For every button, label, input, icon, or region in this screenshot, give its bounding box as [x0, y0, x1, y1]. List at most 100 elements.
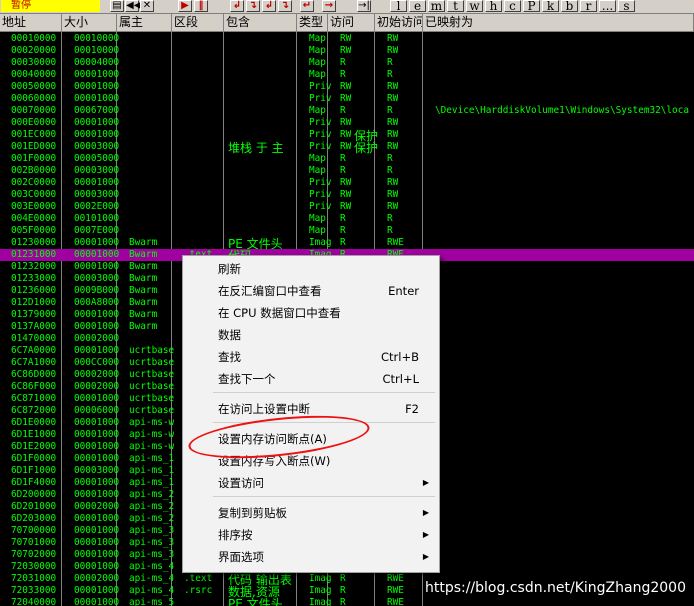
table-row[interactable]: 002C0000 00001000 Priv RW RW: [0, 177, 694, 189]
goto-icon[interactable]: →: [322, 0, 336, 12]
table-row[interactable]: 00010000 00010000 Map RW RW: [0, 33, 694, 45]
menu-item[interactable]: 复制到剪贴板 ▶: [183, 502, 439, 524]
column-header-cell[interactable]: 地址: [0, 14, 62, 31]
cell-owner: api-ms_5: [129, 597, 175, 606]
menu-item[interactable]: 排序按 ▶: [183, 524, 439, 546]
step-over-icon[interactable]: ↴: [246, 0, 260, 12]
cell-addr: 002C0000: [11, 177, 57, 188]
table-row[interactable]: 004E0000 00101000 Map R R: [0, 213, 694, 225]
toolbar-letter-button[interactable]: w: [466, 0, 483, 12]
table-row[interactable]: 001EC000 00001000 Priv RW RW: [0, 129, 694, 141]
cell-addr: 70701000: [11, 537, 57, 548]
menu-item[interactable]: 设置内存访问断点(A): [183, 428, 439, 450]
cell-size: 000A8000: [74, 297, 120, 308]
cell-size: 0002E000: [74, 201, 120, 212]
table-row[interactable]: 003E0000 0002E000 Priv RW RW: [0, 201, 694, 213]
cell-addr: 003C0000: [11, 189, 57, 200]
pause-icon[interactable]: ‖: [194, 0, 208, 12]
menu-item[interactable]: 数据: [183, 324, 439, 346]
table-row[interactable]: 000E0000 00001000 Priv RW RW: [0, 117, 694, 129]
cell-addr: 001F0000: [11, 153, 57, 164]
column-header-cell[interactable]: 区段: [172, 14, 224, 31]
table-row[interactable]: 00020000 00010000 Map RW RW: [0, 45, 694, 57]
cell-init: RW: [387, 177, 399, 188]
cell-addr: 00020000: [11, 45, 57, 56]
table-row[interactable]: 00050000 00001000 Priv RW RW: [0, 81, 694, 93]
cell-size: 00001000: [74, 117, 120, 128]
cell-size: 0007E000: [74, 225, 120, 236]
menu-item[interactable]: 刷新: [183, 258, 439, 280]
menu-item[interactable]: 在反汇编窗口中查看 Enter: [183, 280, 439, 302]
menu-item[interactable]: 查找下一个 Ctrl+L: [183, 368, 439, 390]
table-row[interactable]: 00030000 00004000 Map R R: [0, 57, 694, 69]
cell-init: R: [387, 69, 393, 80]
toolbar-letter-button[interactable]: h: [485, 0, 502, 12]
table-row[interactable]: 003C0000 00003000 Priv RW RW: [0, 189, 694, 201]
cell-access: RW: [340, 45, 352, 56]
column-header-cell[interactable]: 已映射为: [423, 14, 694, 31]
menu-item-shortcut: F2: [405, 402, 419, 416]
execute-till-return-icon[interactable]: ↵: [300, 0, 314, 12]
table-row[interactable]: 72040000 00001000 api-ms_5 Imag R RWE: [0, 597, 694, 606]
rewind-icon[interactable]: ◀◀: [125, 0, 141, 12]
open-icon[interactable]: ▤: [110, 0, 124, 12]
column-header-cell[interactable]: 大小: [62, 14, 117, 31]
toolbar-letter-button[interactable]: m: [428, 0, 445, 12]
cell-owner: api-ms_3: [129, 525, 175, 536]
table-row[interactable]: 00070000 00067000 Map R R \Device\HarddiskVol…: [0, 105, 694, 117]
toolbar-letter-button[interactable]: l: [390, 0, 407, 12]
table-row[interactable]: 001ED000 00003000 Priv RW RW: [0, 141, 694, 153]
cell-type: Priv: [309, 177, 332, 188]
cell-addr: 00060000: [11, 93, 57, 104]
menu-item[interactable]: 设置访问 ▶: [183, 472, 439, 494]
toolbar-letter-button[interactable]: s: [618, 0, 635, 12]
cell-addr: 6C86F000: [11, 381, 57, 392]
toolbar-letter-button[interactable]: c: [504, 0, 521, 12]
goto-expression-icon[interactable]: →|: [357, 0, 371, 12]
table-row[interactable]: 005F0000 0007E000 Map R R: [0, 225, 694, 237]
table-row[interactable]: 01230000 00001000 Bwarm Imag R RWE: [0, 237, 694, 249]
cell-type: Imag: [309, 573, 332, 584]
trace-into-icon[interactable]: ↲: [262, 0, 276, 12]
column-header-cell[interactable]: 类型: [297, 14, 328, 31]
cell-addr: 00070000: [11, 105, 57, 116]
run-icon[interactable]: ▶: [178, 0, 192, 12]
menu-item[interactable]: 查找 Ctrl+B: [183, 346, 439, 368]
cell-addr: 00050000: [11, 81, 57, 92]
cell-init: R: [387, 225, 393, 236]
cell-size: 00004000: [74, 57, 120, 68]
menu-item-label: 设置内存访问断点(A): [218, 432, 327, 446]
table-row[interactable]: 00060000 00001000 Priv RW RW: [0, 93, 694, 105]
menu-item[interactable]: 界面选项 ▶: [183, 546, 439, 568]
close-icon[interactable]: ✕: [140, 0, 154, 12]
toolbar-letter-button[interactable]: ...: [599, 0, 616, 12]
table-row[interactable]: 001F0000 00005000 Map R R: [0, 153, 694, 165]
menu-item[interactable]: 在 CPU 数据窗口中查看: [183, 302, 439, 324]
cell-size: 00001000: [74, 477, 120, 488]
trace-over-icon[interactable]: ↴: [278, 0, 292, 12]
menu-item[interactable]: 设置内存写入断点(W): [183, 450, 439, 472]
cell-addr: 6D1E2000: [11, 441, 57, 452]
column-header-cell[interactable]: 包含: [224, 14, 297, 31]
step-into-icon[interactable]: ↲: [230, 0, 244, 12]
menu-item[interactable]: 在访问上设置中断 F2: [183, 398, 439, 420]
cell-size: 00010000: [74, 45, 120, 56]
column-header-cell[interactable]: 初始访问: [375, 14, 423, 31]
toolbar-letter-button[interactable]: r: [580, 0, 597, 12]
column-header-cell[interactable]: 访问: [328, 14, 375, 31]
column-header-cell[interactable]: 属主: [117, 14, 172, 31]
table-row[interactable]: 00040000 00001000 Map R R: [0, 69, 694, 81]
cell-owner: ucrtbase: [129, 357, 175, 368]
toolbar-letter-button[interactable]: t: [447, 0, 464, 12]
toolbar-letter-button[interactable]: e: [409, 0, 426, 12]
cell-type: Priv: [309, 81, 332, 92]
toolbar-letter-button[interactable]: k: [542, 0, 559, 12]
cell-type: Map: [309, 213, 326, 224]
toolbar-letter-button[interactable]: P: [523, 0, 540, 12]
menu-item-label: 设置内存写入断点(W): [218, 454, 331, 468]
table-row[interactable]: 002B0000 00003000 Map R R: [0, 165, 694, 177]
cell-owner: api-ms_4: [129, 573, 175, 584]
menu-item-label: 在反汇编窗口中查看: [218, 284, 322, 298]
toolbar-letter-button[interactable]: b: [561, 0, 578, 12]
cell-init: RWE: [387, 573, 404, 584]
